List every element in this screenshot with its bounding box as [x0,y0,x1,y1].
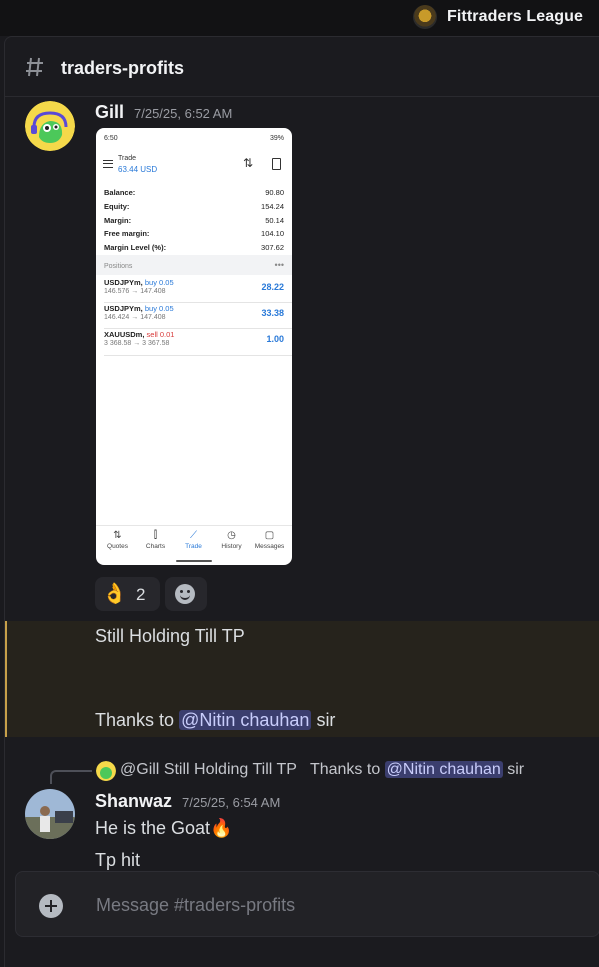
position-row: USDJPYm, buy 0.05 146.424 → 147.408 33.3… [104,304,284,321]
reply-avatar [96,761,116,781]
server-icon[interactable] [413,5,437,29]
reply-connector [50,770,92,784]
message-composer [15,871,599,937]
divider [104,302,292,303]
message-timestamp: 7/25/25, 6:52 AM [134,106,233,121]
home-indicator [176,560,212,562]
message-text: He is the Goat🔥 [95,818,233,838]
channel-name: traders-profits [61,58,185,78]
highlighted-message: Still Holding Till TP Thanks to @Nitin c… [5,621,599,737]
new-order-icon [272,158,281,170]
channel-view: traders-profits Gill 7/25/25, 6:52 AM 6:… [4,36,599,967]
nav-messages: ▢ Messages [254,530,285,550]
hash-icon [26,57,43,77]
fire-emoji: 🔥 [210,818,233,838]
smile-icon [175,584,195,604]
top-bar: Fittraders League [0,0,599,36]
avatar[interactable] [25,101,75,151]
message-text: Tp hit [95,850,141,870]
add-reaction-button[interactable] [165,577,207,611]
menu-icon [103,160,113,168]
reply-preview[interactable]: @Gill Still Holding Till TP Thanks to @N… [120,761,524,779]
reaction-count: 2 [136,585,146,604]
account-row: Margin Level (%): 307.62 [104,243,284,252]
phone-battery: 39% [269,135,284,142]
account-row: Equity: 154.24 [104,202,284,211]
message-input[interactable] [96,892,576,918]
ok-hand-emoji: 👌 [102,583,127,605]
message-text: Thanks to @Nitin chauhan sir [95,710,336,730]
avatar[interactable] [25,789,75,839]
account-row: Balance: 90.80 [104,188,284,197]
message-text: Still Holding Till TP [95,626,245,646]
phone-status-time: 6:50 [104,135,118,142]
more-icon: ••• [274,260,284,270]
positions-header: Positions [104,263,133,270]
nav-charts: ⫿ Charts [145,530,166,550]
user-mention[interactable]: @Nitin chauhan [179,710,312,730]
divider [104,328,292,329]
position-row: USDJPYm, buy 0.05 146.576 → 147.408 28.2… [104,278,284,295]
message-timestamp: 7/25/25, 6:54 AM [182,795,281,810]
nav-quotes: ⇅ Quotes [107,530,128,550]
position-row: XAUUSDm, sell 0.01 3 368.58 → 3 367.58 1… [104,330,284,347]
channel-header: traders-profits [5,37,599,97]
trade-title: Trade [118,155,137,162]
message-author[interactable]: Shanwaz [95,791,172,812]
nav-trade: ⟋ Trade [185,530,202,550]
server-name[interactable]: Fittraders League [447,8,583,26]
message-author[interactable]: Gill [95,102,124,123]
nav-history: ◷ History [221,530,242,550]
divider [104,355,292,356]
add-attachment-button[interactable] [39,894,63,918]
account-row: Free margin: 104.10 [104,229,284,238]
phone-bottom-nav: ⇅ Quotes ⫿ Charts ⟋ Trade ◷ History ▢ Message… [96,525,292,557]
trade-value: 63.44 USD [118,165,158,174]
sort-icon: ⇅ [243,156,254,170]
account-row: Margin: 50.14 [104,216,284,225]
image-attachment[interactable]: 6:50 39% Trade 63.44 USD ⇅ Balance: 90.80… [96,128,292,565]
reaction-button[interactable]: 👌 2 [95,577,160,611]
